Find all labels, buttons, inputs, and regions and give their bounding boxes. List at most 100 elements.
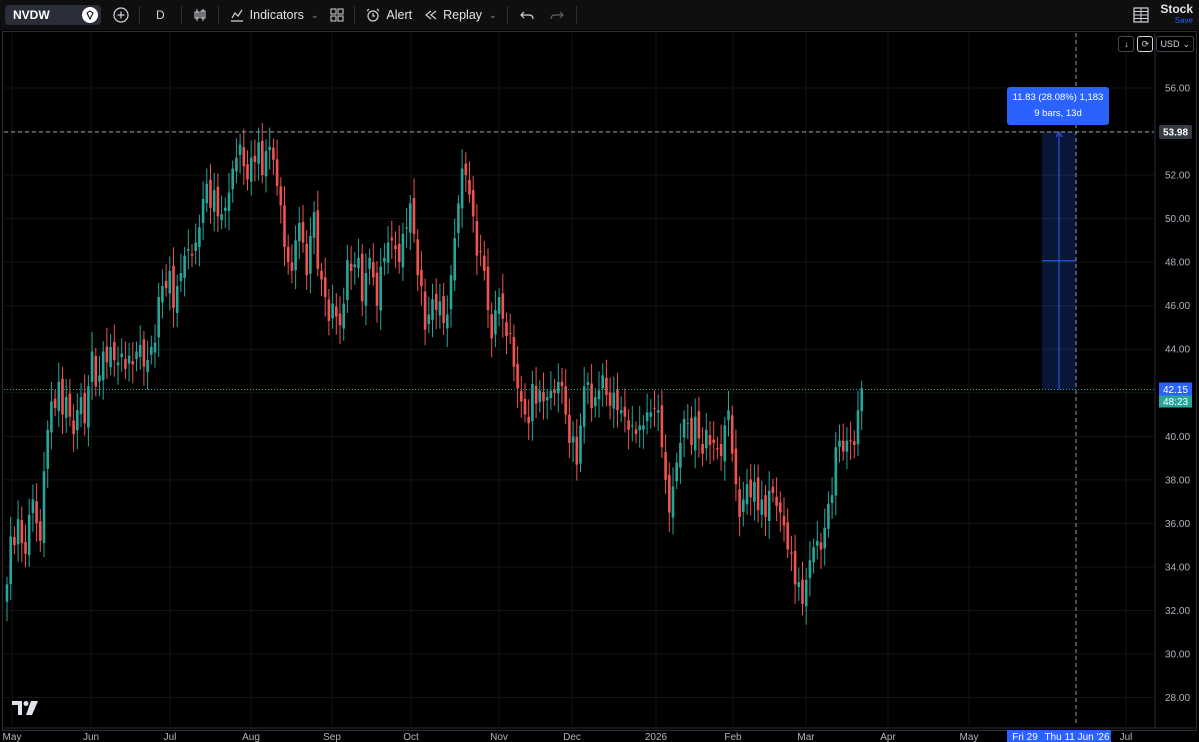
candle-body	[849, 440, 852, 442]
time-tick-label: Dec	[563, 732, 581, 742]
candle-body	[638, 425, 641, 431]
candle-body	[856, 410, 860, 445]
candle-body	[464, 163, 468, 176]
candle-body	[734, 448, 738, 485]
candle-body	[545, 397, 549, 401]
refresh-icon: ⟳	[1141, 38, 1150, 49]
price-tick-label: 52.00	[1165, 171, 1190, 182]
candle-body	[716, 448, 719, 450]
candle-body	[320, 270, 323, 280]
candle-body	[534, 385, 538, 404]
diamond-icon[interactable]	[82, 7, 98, 23]
candle-body	[538, 390, 542, 403]
toolbar-divider	[354, 6, 356, 24]
candle-body	[756, 477, 760, 511]
time-tick-label: Jul	[164, 732, 177, 742]
save-label[interactable]: Save	[1160, 16, 1193, 25]
candle-body	[357, 257, 360, 269]
candle-body	[616, 389, 619, 411]
candle-body	[431, 299, 434, 320]
candle-body	[375, 272, 379, 306]
candle-body	[57, 381, 61, 412]
candle-body	[623, 406, 627, 417]
candle-body	[730, 415, 734, 454]
candle-body	[845, 440, 849, 452]
time-tick-label: Mar	[797, 732, 815, 742]
candle-body	[594, 397, 597, 407]
plus-circle-icon	[113, 7, 129, 23]
candle-body	[446, 314, 449, 329]
candle-body	[164, 280, 168, 289]
candle-body	[216, 186, 220, 217]
candle-body	[775, 496, 778, 506]
candle-body	[742, 499, 745, 512]
auto-scale-button[interactable]: ⟳	[1137, 36, 1154, 52]
replay-button[interactable]: Replay ⌄	[418, 0, 502, 30]
candle-body	[138, 344, 142, 357]
candle-body	[697, 411, 701, 439]
candle-body	[161, 286, 164, 303]
candle-body	[453, 238, 456, 281]
redo-button[interactable]	[542, 0, 572, 30]
candle-body	[608, 392, 612, 406]
scroll-down-button[interactable]: ↓	[1118, 36, 1135, 52]
replay-label: Replay	[443, 8, 483, 22]
symbol-name: NVDW	[13, 8, 50, 22]
candle-body	[749, 479, 752, 498]
candle-body	[27, 514, 31, 556]
price-chart[interactable]: 28.0030.0032.0034.0036.0038.0040.0042.00…	[0, 31, 1199, 742]
pane-buttons: ↓ ⟳ USD ⌄	[1118, 36, 1194, 52]
undo-button[interactable]	[512, 0, 542, 30]
time-tick-label: Jul	[1120, 732, 1133, 742]
range-start-label: Fri 29	[1012, 732, 1038, 742]
candle-body	[290, 262, 294, 271]
candle-body	[116, 362, 120, 366]
candle-body	[316, 210, 320, 269]
candle-body	[175, 286, 179, 314]
candle-body	[353, 264, 357, 268]
interval-label: D	[156, 8, 165, 22]
price-tick-label: 56.00	[1165, 84, 1190, 95]
symbol-search[interactable]: NVDW	[5, 5, 101, 25]
candle-body	[571, 436, 575, 443]
candle-body	[705, 429, 708, 449]
candle-body	[94, 355, 98, 387]
chevron-down-icon[interactable]: ⌄	[489, 10, 497, 21]
price-tick-label: 44.00	[1165, 345, 1190, 356]
candle-body	[553, 389, 556, 393]
toolbar-divider	[139, 6, 140, 24]
candle-body	[383, 257, 386, 262]
candle-body	[494, 310, 497, 335]
candle-body	[346, 259, 349, 301]
rewind-icon	[425, 10, 437, 20]
crosshair-price-label: 53.98	[1163, 127, 1188, 138]
candle-body	[190, 253, 194, 256]
layout-name-button[interactable]: Stock Save	[1160, 2, 1193, 25]
alert-button[interactable]: Alert	[359, 0, 418, 30]
price-tick-label: 46.00	[1165, 301, 1190, 312]
chart-type-button[interactable]	[186, 0, 214, 30]
candle-body	[575, 436, 579, 465]
layout-grid-button[interactable]	[1133, 7, 1149, 28]
candle-body	[98, 375, 101, 382]
candle-body	[590, 383, 593, 409]
candle-body	[312, 212, 316, 238]
candle-body	[819, 542, 823, 550]
layouts-button[interactable]	[324, 0, 350, 30]
tradingview-logo-icon	[12, 701, 38, 715]
candle-body	[53, 398, 57, 409]
candle-body	[194, 242, 197, 251]
compare-button[interactable]	[107, 0, 135, 30]
candle-body	[468, 179, 471, 195]
candle-body	[516, 363, 519, 389]
candle-body	[542, 391, 545, 402]
toolbar-divider	[180, 6, 182, 24]
indicators-button[interactable]: Indicators ⌄	[223, 0, 325, 30]
currency-button[interactable]: USD ⌄	[1156, 36, 1194, 52]
tradingview-logo[interactable]	[12, 701, 38, 720]
candle-body	[679, 442, 682, 468]
candle-body	[301, 221, 305, 243]
chevron-down-icon[interactable]: ⌄	[311, 10, 319, 21]
countdown-label: 48:23	[1163, 397, 1188, 408]
interval-button[interactable]: D	[144, 0, 177, 30]
